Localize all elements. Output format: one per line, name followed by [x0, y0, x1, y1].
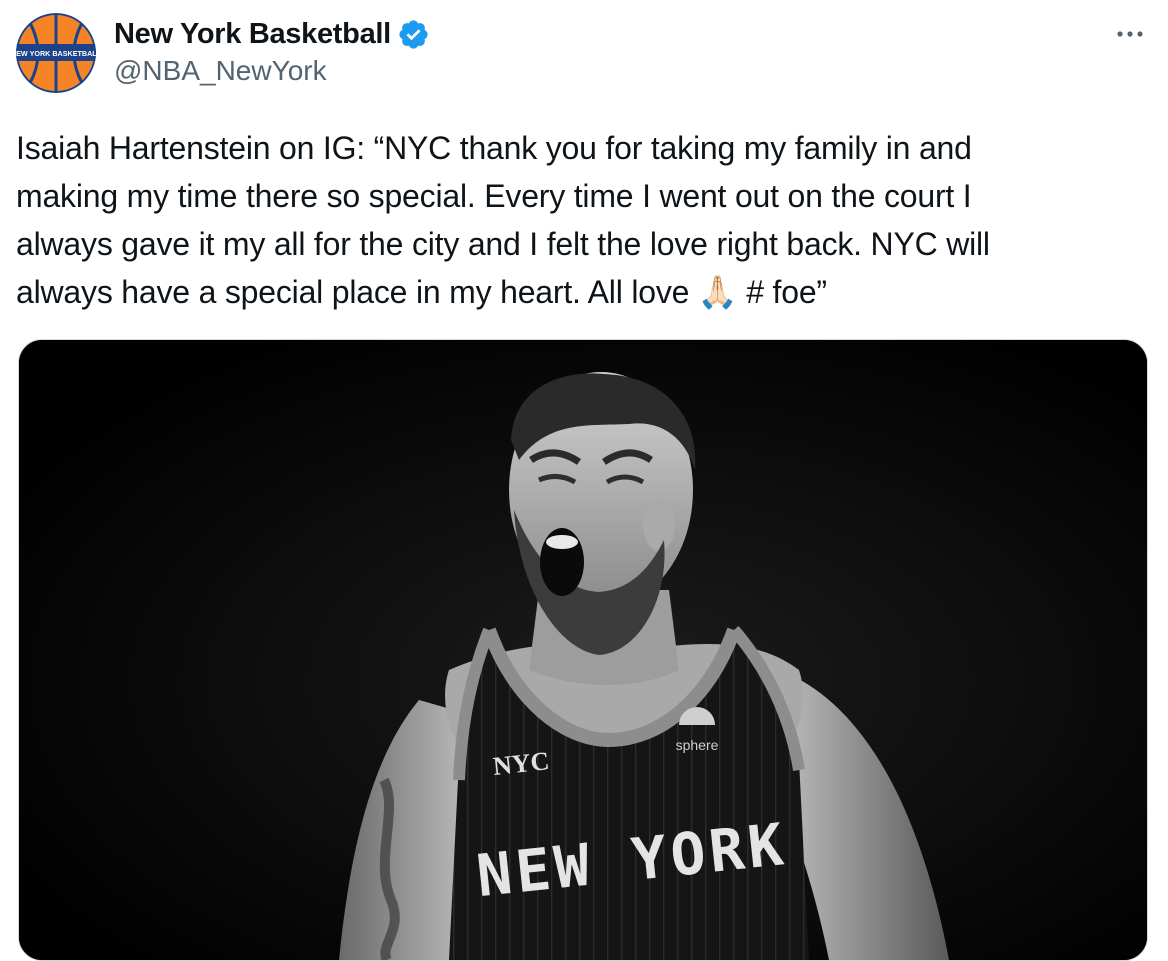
author-avatar[interactable]: NEW YORK BASKETBALL — [16, 13, 96, 93]
jersey-logo: NYC — [492, 746, 551, 781]
verified-badge-icon[interactable] — [397, 18, 430, 51]
jersey-sponsor: sphere — [676, 737, 719, 753]
tweet: NEW YORK BASKETBALL New York Basketball … — [0, 0, 1168, 961]
basketball-logo-icon: NEW YORK BASKETBALL — [16, 13, 96, 93]
display-name-row: New York Basketball — [114, 14, 430, 54]
tweet-media-photo[interactable]: sphere NYC NEW YORK — [18, 339, 1148, 961]
author-identity: New York Basketball @NBA_NewYork — [114, 14, 430, 87]
author-handle[interactable]: @NBA_NewYork — [114, 55, 430, 87]
player-photo: sphere NYC NEW YORK — [19, 340, 1147, 960]
more-options-icon[interactable] — [1110, 14, 1150, 54]
avatar-text: NEW YORK BASKETBALL — [16, 49, 96, 58]
tweet-text: Isaiah Hartenstein on IG: “NYC thank you… — [16, 130, 990, 310]
author-display-name[interactable]: New York Basketball — [114, 18, 391, 51]
